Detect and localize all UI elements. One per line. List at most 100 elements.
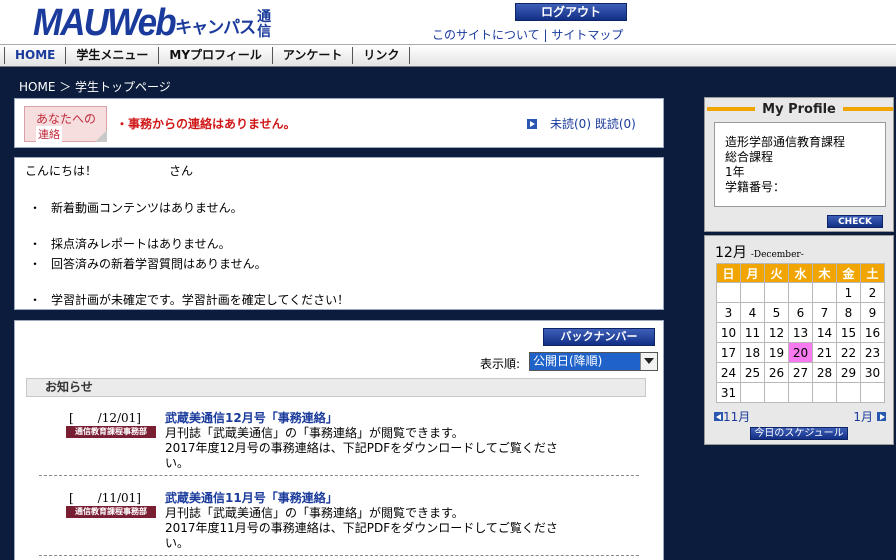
my-profile-panel: My Profile 造形学部通信教育課程 総合課程 1年 学籍番号： CHEC… (704, 97, 894, 232)
calendar-day-cell[interactable]: 5 (764, 302, 789, 323)
calendar-day-cell[interactable]: 10 (716, 322, 741, 343)
calendar-day-cell[interactable]: 24 (716, 362, 741, 383)
chevron-down-icon[interactable] (640, 353, 657, 370)
calendar-weekday: 木 (812, 263, 837, 283)
sort-label: 表示順: (480, 357, 521, 371)
news-body-line: 2017年度12月号の事務連絡は、下記PDFをダウンロードしてご覧ください。 (165, 441, 558, 470)
calendar-day-cell[interactable]: 11 (740, 322, 765, 343)
bullet: ・ (29, 293, 42, 307)
calendar-day-cell[interactable]: 6 (788, 302, 813, 323)
sort-select[interactable]: 公開日(降順) (529, 352, 658, 371)
folded-corner-icon (95, 130, 107, 142)
calendar-next-link[interactable]: 1月 (853, 408, 886, 425)
calendar-day-cell[interactable]: 17 (716, 342, 741, 363)
unread-read-link[interactable]: 未読(0) 既読(0) (527, 115, 636, 132)
check-button[interactable]: CHECK (827, 215, 883, 228)
calendar-today-cell[interactable]: 20 (788, 342, 813, 363)
profile-student-id: 学籍番号： (725, 180, 786, 194)
calendar-weekday: 土 (860, 263, 885, 283)
today-schedule-button[interactable]: 今日のスケジュール (750, 427, 848, 440)
calendar-day-cell[interactable]: 23 (860, 342, 885, 363)
profile-course: 総合課程 (725, 150, 774, 164)
calendar-day-cell[interactable]: 15 (836, 322, 861, 343)
news-title-link[interactable]: 武蔵美通信12月号「事務連絡」 (165, 409, 338, 426)
calendar-day-cell[interactable]: 3 (716, 302, 741, 323)
news-title-link[interactable]: 武蔵美通信11月号「事務連絡」 (165, 489, 338, 506)
logo-vertical: 通信 (257, 9, 272, 40)
news-date: [ /11/01] (69, 491, 141, 505)
nav-student-menu[interactable]: 学生メニュー (66, 47, 160, 64)
calendar-week-row: 3456789 (716, 302, 885, 323)
calendar-day-cell[interactable]: 25 (740, 362, 765, 383)
calendar-prev-label[interactable]: 11月 (723, 408, 750, 425)
calendar-empty-cell (740, 282, 765, 303)
sitemap-link[interactable]: サイトマップ (551, 28, 623, 42)
top-links: このサイトについて | サイトマップ (432, 26, 623, 43)
arrow-right-icon (877, 412, 886, 421)
calendar-weekday: 日 (716, 263, 741, 283)
nav-my-profile[interactable]: MYプロフィール (159, 47, 273, 64)
calendar-month-en: -December- (750, 250, 804, 260)
news-date: [ /12/01] (69, 411, 141, 425)
nav-links[interactable]: リンク (353, 47, 411, 64)
calendar-day-cell[interactable]: 12 (764, 322, 789, 343)
calendar-empty-cell (812, 282, 837, 303)
about-link[interactable]: このサイトについて (432, 28, 540, 42)
breadcrumb: HOME ＞ 学生トップページ (19, 80, 171, 94)
calendar-day-cell[interactable]: 31 (716, 382, 741, 403)
calendar-week-row: 31 (716, 382, 885, 403)
back-number-button[interactable]: バックナンバー (543, 328, 655, 346)
calendar-day-cell[interactable]: 8 (836, 302, 861, 323)
calendar-empty-cell (812, 382, 837, 403)
unread-read-count[interactable]: 未読(0) 既読(0) (550, 115, 636, 132)
site-logo[interactable]: MAUWeb キャンパス 通信 (33, 2, 272, 42)
calendar-day-cell[interactable]: 13 (788, 322, 813, 343)
calendar-empty-cell (788, 382, 813, 403)
message-text: ・事務からの連絡はありません。 (116, 117, 296, 131)
calendar-month: 12月 -December- (715, 242, 804, 262)
nav-home[interactable]: HOME (4, 47, 67, 64)
calendar-empty-cell (716, 282, 741, 303)
calendar-day-cell[interactable]: 30 (860, 362, 885, 383)
calendar-next-label[interactable]: 1月 (853, 408, 873, 425)
logo-sub: キャンパス (175, 18, 256, 38)
message-tag-line2: 連絡 (36, 126, 62, 142)
status-text: 新着動画コンテンツはありません。 (51, 201, 243, 215)
calendar-day-cell[interactable]: 19 (764, 342, 789, 363)
calendar-day-cell[interactable]: 7 (812, 302, 837, 323)
message-tag: あなたへの 連絡 (24, 106, 107, 142)
calendar-empty-cell (764, 382, 789, 403)
status-line: ・新着動画コンテンツはありません。 (29, 199, 243, 216)
calendar-day-cell[interactable]: 28 (812, 362, 837, 383)
calendar-day-cell[interactable]: 9 (860, 302, 885, 323)
calendar-day-cell[interactable]: 14 (812, 322, 837, 343)
calendar-prev-link[interactable]: 11月 (714, 408, 750, 425)
calendar-day-cell[interactable]: 22 (836, 342, 861, 363)
calendar-day-cell[interactable]: 2 (860, 282, 885, 303)
calendar-empty-cell (836, 382, 861, 403)
news-department-badge: 通信教育課程事務部 (66, 506, 156, 518)
calendar-month-ja: 12月 (715, 245, 747, 261)
logout-button[interactable]: ログアウト (515, 3, 627, 21)
calendar-weekday-row: 日月火水木金土 (716, 263, 885, 283)
news-body: 月刊誌「武蔵美通信」の「事務連絡」が閲覧できます。 2017年度12月号の事務連… (165, 426, 567, 471)
profile-faculty: 造形学部通信教育課程 (725, 135, 846, 149)
calendar-day-cell[interactable]: 27 (788, 362, 813, 383)
arrow-left-icon (714, 412, 723, 421)
logo-main: MAUWeb (33, 2, 177, 44)
calendar-day-cell[interactable]: 26 (764, 362, 789, 383)
calendar-day-cell[interactable]: 21 (812, 342, 837, 363)
calendar-day-cell[interactable]: 16 (860, 322, 885, 343)
calendar-day-cell[interactable]: 29 (836, 362, 861, 383)
calendar-day-cell[interactable]: 1 (836, 282, 861, 303)
news-panel: バックナンバー 表示順: 公開日(降順) お知らせ [ /12/01] 通信教育… (14, 320, 664, 560)
calendar-day-cell[interactable]: 18 (740, 342, 765, 363)
message-tag-line1: あなたへの (36, 112, 97, 126)
calendar-weekday: 月 (740, 263, 765, 283)
nav-survey[interactable]: アンケート (273, 47, 354, 64)
status-text[interactable]: 学習計画が未確定です。学習計画を確定してください！ (51, 293, 349, 307)
greeting-text: こんにちは！ さん (25, 164, 194, 178)
calendar-empty-cell (764, 282, 789, 303)
calendar-day-cell[interactable]: 4 (740, 302, 765, 323)
calendar-weekday: 水 (788, 263, 813, 283)
